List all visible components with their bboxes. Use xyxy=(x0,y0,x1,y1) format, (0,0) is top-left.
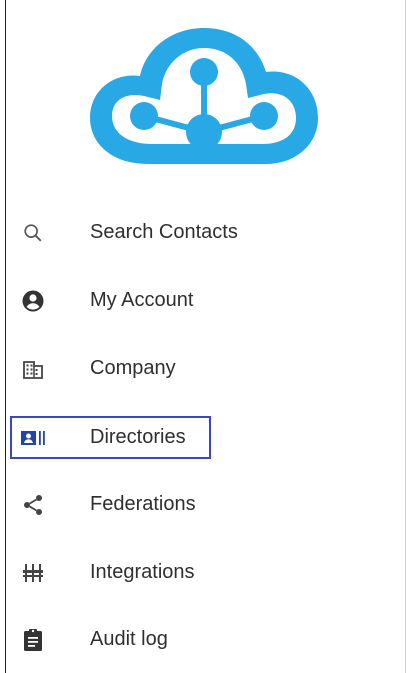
integrations-icon xyxy=(20,560,46,586)
right-border xyxy=(405,0,406,673)
cloud-network-logo-icon xyxy=(90,28,318,164)
share-icon xyxy=(20,492,46,518)
sidebar: Search Contacts My Account Company Direc… xyxy=(0,0,407,673)
nav-item-federations[interactable]: Federations xyxy=(10,484,260,524)
building-icon xyxy=(20,356,46,382)
nav-item-integrations[interactable]: Integrations xyxy=(10,552,260,592)
account-circle-icon xyxy=(20,288,46,314)
nav-item-label: Directories xyxy=(90,426,186,448)
nav-item-label: Search Contacts xyxy=(90,221,238,243)
contact-card-icon xyxy=(20,425,46,451)
nav-item-my-account[interactable]: My Account xyxy=(10,280,260,320)
nav-item-label: Integrations xyxy=(90,561,195,583)
nav-item-directories[interactable]: Directories xyxy=(10,416,211,459)
nav-item-label: Federations xyxy=(90,493,196,515)
left-border xyxy=(5,0,6,673)
clipboard-icon xyxy=(20,627,46,653)
nav-item-label: Company xyxy=(90,357,176,379)
nav-item-audit-log[interactable]: Audit log xyxy=(10,619,260,659)
nav-item-search-contacts[interactable]: Search Contacts xyxy=(10,212,260,252)
nav-item-company[interactable]: Company xyxy=(10,348,260,388)
nav-item-label: Audit log xyxy=(90,628,168,650)
search-icon xyxy=(20,220,46,246)
nav-item-label: My Account xyxy=(90,289,194,311)
